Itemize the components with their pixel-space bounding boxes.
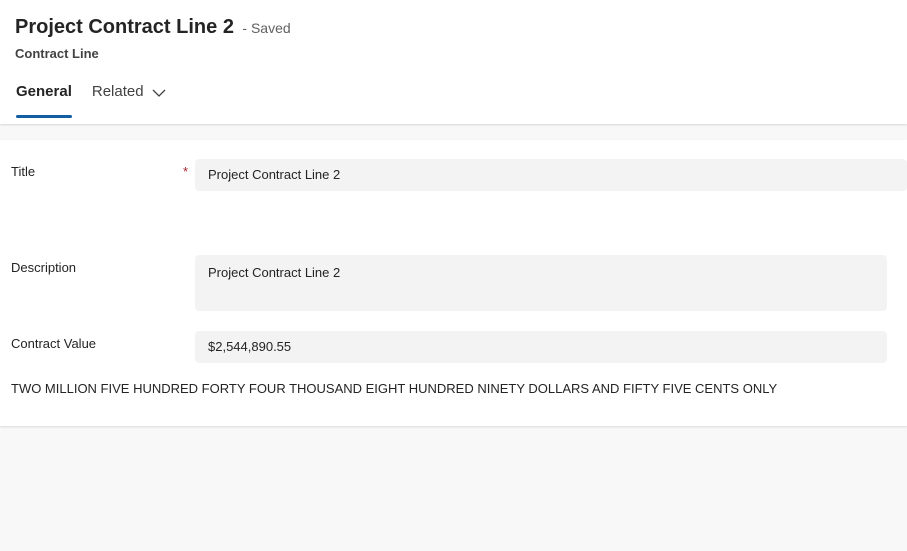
tab-related-label: Related [91,83,144,100]
title-field-label: Title [11,164,36,179]
title-input[interactable]: Project Contract Line 2 [195,159,907,191]
contract-value-input[interactable]: $2,544,890.55 [195,331,887,363]
record-header: Project Contract Line 2 - Saved Contract… [0,0,907,124]
amount-in-words: TWO MILLION FIVE HUNDRED FORTY FOUR THOU… [11,381,778,396]
required-indicator: * [183,164,189,179]
tab-related[interactable]: Related [92,82,166,118]
save-status: - Saved [242,20,291,36]
tab-list: General Related [16,82,186,118]
tab-general[interactable]: General [16,82,72,118]
general-section: Title * Project Contract Line 2 Descript… [0,140,907,426]
contract-value-field-label: Contract Value [11,336,97,351]
chevron-down-icon [152,84,166,104]
entity-type-label: Contract Line [15,46,99,61]
description-field-label: Description [11,260,77,275]
record-title: Project Contract Line 2 [15,16,234,38]
title-row: Project Contract Line 2 - Saved [15,16,291,39]
tab-general-label: General [16,83,72,100]
description-textarea[interactable]: Project Contract Line 2 [195,255,887,311]
